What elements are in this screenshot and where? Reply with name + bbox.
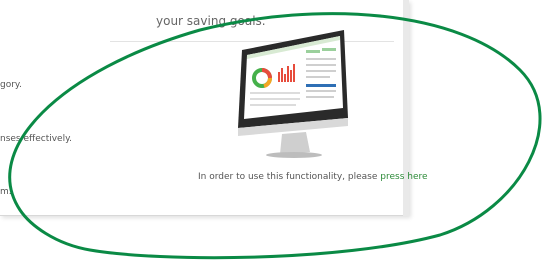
highlight-ellipse [8,12,542,260]
